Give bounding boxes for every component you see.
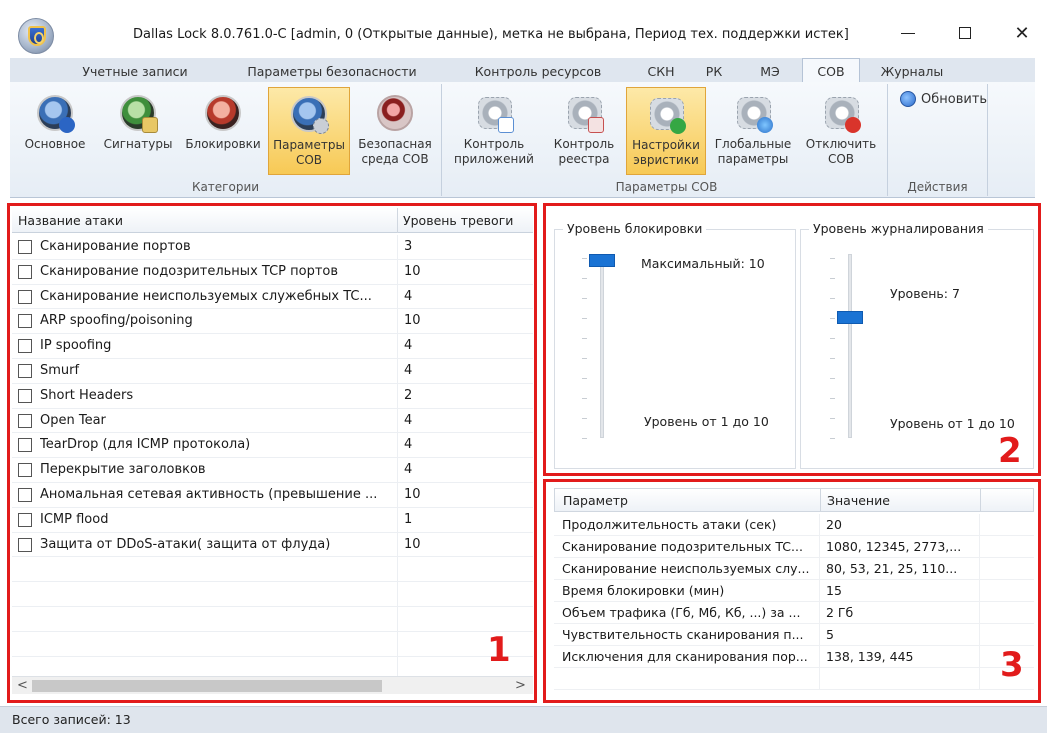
tab-resource-control[interactable]: Контроль ресурсов xyxy=(458,61,618,82)
title-bar: Dallas Lock 8.0.761.0-C [admin, 0 (Откры… xyxy=(0,0,1047,58)
group-label-ids-params: Параметры СОВ xyxy=(615,180,718,194)
ribbon-button-registry-control[interactable]: Контроль реестра xyxy=(542,87,626,175)
gear-window-icon xyxy=(474,93,514,133)
annotation-box-2 xyxy=(543,203,1041,476)
refresh-icon xyxy=(900,91,916,107)
close-button[interactable]: ✕ xyxy=(1007,22,1037,44)
record-count: Всего записей: 13 xyxy=(12,712,131,727)
maximize-button[interactable] xyxy=(950,22,980,44)
tab-journals[interactable]: Журналы xyxy=(872,61,952,82)
refresh-button[interactable]: Обновить xyxy=(900,91,987,107)
gear-globe-icon xyxy=(733,93,773,133)
annotation-number-2: 2 xyxy=(998,431,1022,471)
status-bar: Всего записей: 13 xyxy=(0,706,1047,733)
tab-me[interactable]: МЭ xyxy=(745,61,795,82)
ribbon-group-categories: Основное Сигнатуры Блокировки Параметры … xyxy=(10,84,442,196)
tab-security-params[interactable]: Параметры безопасности xyxy=(232,61,432,82)
ribbon-button-ids-params[interactable]: Параметры СОВ xyxy=(268,87,350,175)
annotation-box-3 xyxy=(543,479,1041,703)
ribbon-button-disable-ids[interactable]: Отключить СОВ xyxy=(801,87,881,175)
ribbon-button-safe-env[interactable]: Безопасная среда СОВ xyxy=(353,87,437,175)
tab-skn[interactable]: СКН xyxy=(636,61,686,82)
window-title: Dallas Lock 8.0.761.0-C [admin, 0 (Откры… xyxy=(133,27,849,42)
signatures-orb-icon xyxy=(118,93,158,133)
bug-orb-icon xyxy=(375,93,415,133)
ribbon-button-signatures[interactable]: Сигнатуры xyxy=(98,87,178,175)
block-orb-icon xyxy=(203,93,243,133)
gear-disable-icon xyxy=(821,93,861,133)
tab-rk[interactable]: РК xyxy=(694,61,734,82)
ribbon-button-blocks[interactable]: Блокировки xyxy=(180,87,266,175)
ribbon-button-basic[interactable]: Основное xyxy=(15,87,95,175)
app-logo-icon[interactable] xyxy=(18,18,54,54)
annotation-number-1: 1 xyxy=(487,630,511,670)
group-label-actions: Действия xyxy=(907,180,968,194)
annotation-number-3: 3 xyxy=(1000,645,1024,685)
tab-sov[interactable]: СОВ xyxy=(802,58,860,83)
ribbon-button-global-params[interactable]: Глобальные параметры xyxy=(708,87,798,175)
ribbon-panel: Основное Сигнатуры Блокировки Параметры … xyxy=(10,82,1035,198)
annotation-box-1 xyxy=(7,203,537,703)
info-orb-icon xyxy=(35,93,75,133)
ribbon-tab-bar: Учетные записи Параметры безопасности Ко… xyxy=(10,58,1035,83)
ribbon-group-ids-params: Контроль приложений Контроль реестра Нас… xyxy=(446,84,888,196)
ribbon-button-app-control[interactable]: Контроль приложений xyxy=(450,87,538,175)
ids-params-orb-icon xyxy=(289,94,329,134)
ribbon-button-heuristics[interactable]: Настройки эвристики xyxy=(626,87,706,175)
minimize-button[interactable] xyxy=(893,22,923,44)
gear-add-icon xyxy=(646,94,686,134)
tab-accounts[interactable]: Учетные записи xyxy=(70,61,200,82)
gear-registry-icon xyxy=(564,93,604,133)
group-label-categories: Категории xyxy=(191,180,260,194)
